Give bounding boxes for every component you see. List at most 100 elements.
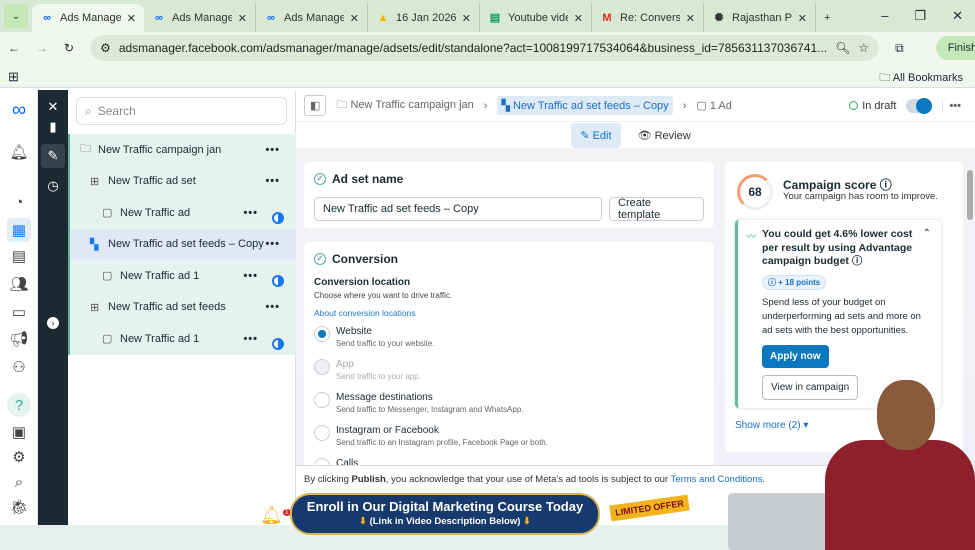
more-options-icon[interactable]: ••• [243, 207, 258, 219]
site-info-icon[interactable]: ⚙ [100, 41, 111, 55]
search-icon[interactable]: ⌕ [7, 470, 31, 494]
trend-icon: 〰 [746, 232, 756, 243]
close-tab-icon[interactable]: ✕ [686, 12, 695, 25]
minimize-icon[interactable]: – [881, 8, 888, 24]
apps-icon[interactable]: ⊞ [8, 69, 19, 85]
url-field[interactable]: ⚙ adsmanager.facebook.com/adsmanager/mana… [90, 35, 880, 61]
business-settings-icon[interactable]: ⚇ [7, 355, 31, 379]
help-icon[interactable]: ? [7, 393, 31, 417]
about-conversion-locations-link[interactable]: About conversion locations [314, 308, 416, 318]
more-options-icon[interactable]: ••• [265, 238, 280, 250]
bookmarks-bar: ⊞ 🗀 All Bookmarks [0, 64, 975, 88]
radio-button[interactable] [314, 359, 330, 375]
adset-name-card: ✓ Ad set name New Traffic ad set feeds – … [304, 162, 714, 228]
score-title: Campaign score [783, 178, 877, 192]
browser-tab[interactable]: ∞ Ads Manager ✕ [144, 4, 256, 32]
all-bookmarks[interactable]: 🗀 All Bookmarks [879, 69, 963, 88]
pages-icon[interactable]: ▤ [7, 244, 31, 268]
restore-icon[interactable]: ❐ [914, 8, 926, 24]
expand-chevron-icon[interactable]: › [41, 311, 65, 335]
tab-review[interactable]: 👁︎ Review [629, 123, 700, 148]
meta-logo-icon[interactable]: ∞ [7, 98, 31, 122]
bookmark-star-icon[interactable]: ☆ [858, 41, 869, 55]
conversion-option[interactable]: Message destinations Send traffic to Mess… [314, 392, 524, 414]
browser-tab[interactable]: ▲16 Jan 2026 -✕ [368, 4, 480, 32]
collapse-chevron-icon[interactable]: ⌃ [923, 228, 931, 239]
breadcrumb-ad[interactable]: ▢ 1 Ad [696, 99, 731, 112]
reload-icon[interactable]: ↻ [64, 41, 74, 55]
campaigns-megaphone-icon[interactable]: 📢︎ [7, 327, 31, 351]
close-window-icon[interactable]: ✕ [952, 8, 963, 24]
dashboard-icon[interactable]: ◔ [7, 190, 31, 214]
back-icon[interactable]: ← [8, 41, 20, 55]
edit-pencil-icon[interactable]: ✎ [41, 144, 65, 168]
info-icon[interactable]: ⓘ [880, 178, 892, 192]
apply-now-button[interactable]: Apply now [762, 345, 829, 368]
show-more-link[interactable]: Show more (2) ▾ [735, 420, 808, 431]
tree-search-input[interactable]: ⌕ Search [76, 97, 287, 125]
more-options-icon[interactable]: ••• [265, 175, 280, 187]
breadcrumb-campaign[interactable]: 🗀 New Traffic campaign jan [336, 96, 473, 115]
adset-name-input[interactable]: New Traffic ad set feeds – Copy [314, 197, 602, 221]
more-options-icon[interactable]: ••• [265, 144, 280, 156]
forward-icon[interactable]: → [36, 41, 48, 55]
conversion-option[interactable]: Website Send traffic to your website. [314, 326, 435, 348]
radio-button[interactable] [314, 326, 330, 342]
chart-icon[interactable]: ▮ [41, 115, 65, 139]
more-options-button[interactable]: ••• [942, 99, 967, 112]
tab-edit[interactable]: ✎ Edit [571, 122, 621, 148]
ads-manager-table-icon[interactable]: ▦ [7, 218, 31, 242]
conversion-option[interactable]: App Send traffic to your app. [314, 359, 421, 381]
tree-item-adset[interactable]: ⊞ New Traffic ad set feeds ••• [70, 292, 296, 324]
close-tab-icon[interactable]: ✕ [798, 12, 807, 25]
browser-tab[interactable]: MRe: Conversati✕ [592, 4, 704, 32]
history-clock-icon[interactable]: ◷ [41, 174, 65, 198]
adset-toggle[interactable] [906, 97, 933, 114]
more-options-icon[interactable]: ••• [243, 333, 258, 345]
tree-item-ad[interactable]: ▢ New Traffic ad ••• [70, 197, 296, 229]
zoom-icon[interactable]: 🔍︎ [835, 41, 850, 55]
address-bar-row: ← → ↻ ⚙ adsmanager.facebook.com/adsmanage… [0, 32, 975, 64]
close-tab-icon[interactable]: ✕ [462, 12, 471, 25]
toggle-panel-icon[interactable]: ◧ [304, 95, 327, 116]
extensions-icon[interactable]: ⧉ [895, 41, 904, 56]
tree-item-campaign[interactable]: 🗀 New Traffic campaign jan ••• [70, 134, 296, 166]
ad-icon: ▢ [102, 270, 113, 283]
more-options-icon[interactable]: ••• [243, 270, 258, 282]
browser-tab[interactable]: ▤Youtube video✕ [480, 4, 592, 32]
finish-update-button[interactable]: Finish [935, 36, 975, 60]
audiences-icon[interactable]: 👥︎ [7, 272, 31, 296]
tab-search-button[interactable]: ⌄ [4, 4, 28, 28]
new-tab-button[interactable]: + [816, 4, 846, 32]
radio-button[interactable] [314, 425, 330, 441]
bug-report-icon[interactable]: 🐞︎ [7, 495, 31, 519]
mode-tabs: ✎ Edit 👁︎ Review [296, 122, 975, 148]
settings-icon[interactable]: ⚙ [7, 445, 31, 469]
breadcrumb-adset[interactable]: ▚ New Traffic ad set feeds – Copy [497, 96, 673, 115]
close-tab-icon[interactable]: ✕ [574, 12, 583, 25]
news-icon[interactable]: ▣ [7, 420, 31, 444]
browser-tab[interactable]: ✺Rajasthan PIN✕ [704, 4, 816, 32]
adset-icon: ⊞ [90, 175, 100, 188]
tree-item-adset[interactable]: ⊞ New Traffic ad set ••• [70, 166, 296, 198]
tree-item-ad[interactable]: ▢ New Traffic ad 1 ••• [70, 323, 296, 355]
adset-icon: ⊞ [90, 301, 100, 314]
browser-tab[interactable]: ∞ Ads Manager ✕ [256, 4, 368, 32]
conversion-option[interactable]: Instagram or Facebook Send traffic to an … [314, 425, 548, 447]
radio-button[interactable] [314, 392, 330, 408]
close-tab-icon[interactable]: ✕ [127, 12, 136, 25]
meta-icon: ∞ [43, 12, 51, 24]
more-options-icon[interactable]: ••• [265, 301, 280, 313]
close-tab-icon[interactable]: ✕ [238, 12, 247, 25]
scrollbar[interactable] [967, 170, 973, 220]
openai-icon: ✺ [714, 12, 724, 24]
create-template-button[interactable]: Create template [609, 197, 704, 221]
tree-item-ad[interactable]: ▢ New Traffic ad 1 ••• [70, 260, 296, 292]
billing-icon[interactable]: ▭ [7, 300, 31, 324]
notifications-icon[interactable]: 🔔︎ [7, 140, 31, 164]
info-icon[interactable]: ⓘ [852, 255, 863, 267]
browser-tab[interactable]: ∞ Ads Manager ✕ [32, 4, 144, 32]
terms-link[interactable]: Terms and Conditions [671, 474, 763, 485]
tree-item-adset[interactable]: ▚ New Traffic ad set feeds – Copy ••• [70, 228, 296, 260]
close-tab-icon[interactable]: ✕ [350, 12, 359, 25]
